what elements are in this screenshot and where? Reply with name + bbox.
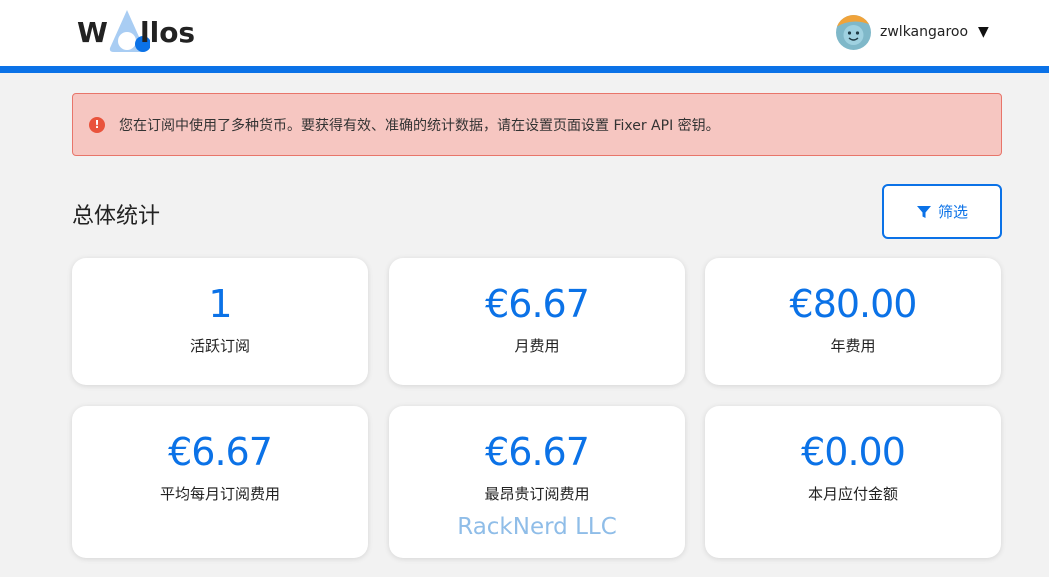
alert-message: 您在订阅中使用了多种货币。要获得有效、准确的统计数据，请在设置页面设置 Fixe… <box>119 117 720 134</box>
stat-value: €80.00 <box>789 282 918 326</box>
stat-caption: 活跃订阅 <box>189 337 250 355</box>
stat-caption: 平均每月订阅费用 <box>159 485 280 503</box>
top-header: W llos zwlkangaroo ▼ <box>0 0 1049 66</box>
filter-icon <box>916 205 931 218</box>
wallos-logo[interactable]: W llos <box>77 8 207 54</box>
username: zwlkangaroo <box>880 24 969 40</box>
most-expensive-subscription-name: RackNerd LLC <box>457 514 617 540</box>
stat-value: €6.67 <box>485 282 590 326</box>
user-menu[interactable]: zwlkangaroo ▼ <box>836 14 1006 50</box>
avatar-face-icon <box>836 14 871 50</box>
header-accent-bar <box>0 66 1049 73</box>
stat-caption: 最昂贵订阅费用 <box>484 485 590 503</box>
stat-card-monthly-cost: €6.67 月费用 <box>389 258 685 385</box>
stat-card-active-subscriptions: 1 活跃订阅 <box>72 258 368 385</box>
logo-text-llos: llos <box>140 16 196 49</box>
stat-caption: 月费用 <box>514 337 560 355</box>
chevron-down-icon[interactable]: ▼ <box>978 24 989 40</box>
avatar[interactable] <box>836 14 871 50</box>
currency-warning-alert: ! 您在订阅中使用了多种货币。要获得有效、准确的统计数据，请在设置页面设置 Fi… <box>72 93 1002 156</box>
stat-value: €6.67 <box>168 430 273 474</box>
stat-card-most-expensive: €6.67 最昂贵订阅费用 RackNerd LLC <box>389 406 685 558</box>
stat-caption: 本月应付金额 <box>807 485 898 503</box>
filter-button[interactable]: 筛选 <box>882 184 1002 239</box>
page-title: 总体统计 <box>72 204 161 229</box>
stat-card-yearly-cost: €80.00 年费用 <box>705 258 1001 385</box>
stat-value: 1 <box>208 282 232 326</box>
error-icon: ! <box>89 116 105 133</box>
stat-card-due-this-month: €0.00 本月应付金额 <box>705 406 1001 558</box>
stat-caption: 年费用 <box>830 337 876 355</box>
stat-value: €6.67 <box>485 430 590 474</box>
stat-value: €0.00 <box>801 430 906 474</box>
filter-button-label: 筛选 <box>937 203 968 221</box>
stat-card-average-monthly: €6.67 平均每月订阅费用 <box>72 406 368 558</box>
